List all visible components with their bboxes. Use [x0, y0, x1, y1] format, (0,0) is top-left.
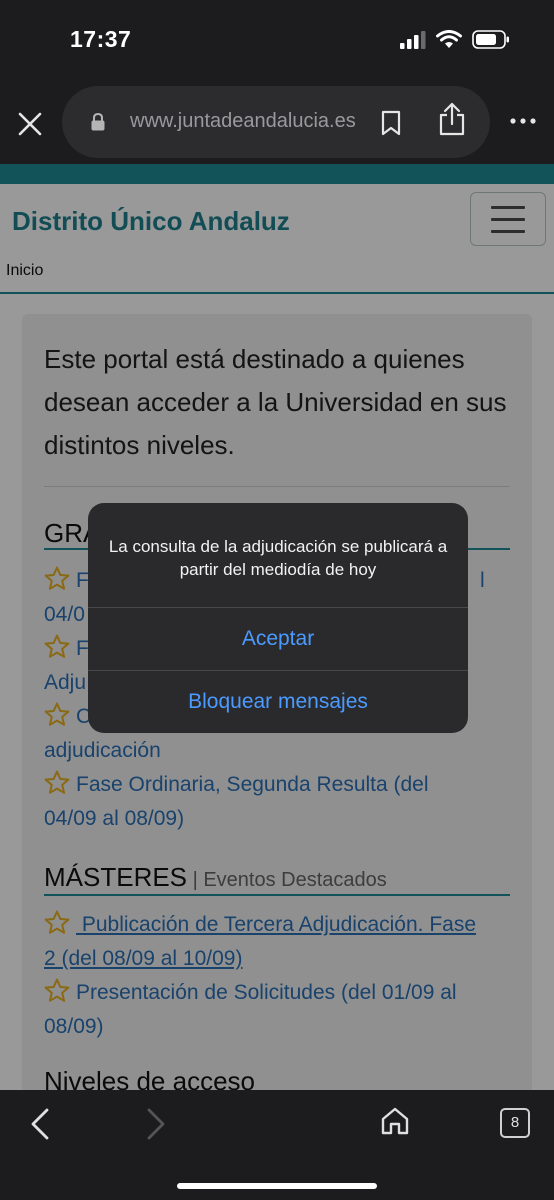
alert-message: La consulta de la adjudicación se public…	[108, 537, 448, 579]
alert-dialog: La consulta de la adjudicación se public…	[88, 503, 468, 733]
more-icon[interactable]	[510, 118, 536, 124]
back-icon[interactable]	[30, 1108, 50, 1140]
block-messages-button[interactable]: Bloquear mensajes	[88, 690, 468, 714]
lock-icon	[91, 112, 105, 131]
close-icon[interactable]	[16, 110, 44, 138]
url-text[interactable]: www.juntadeandalucia.es	[130, 110, 356, 133]
battery-icon	[472, 30, 509, 49]
share-icon[interactable]	[438, 102, 466, 136]
tabs-button[interactable]: 8	[500, 1108, 530, 1138]
bookmark-icon[interactable]	[380, 110, 402, 136]
status-icons	[400, 30, 510, 49]
cellular-signal-icon	[400, 30, 426, 49]
alert-divider	[88, 670, 468, 671]
alert-divider	[88, 607, 468, 608]
status-time: 17:37	[70, 26, 132, 52]
accept-button[interactable]: Aceptar	[88, 627, 468, 651]
browser-bar: www.juntadeandalucia.es	[0, 80, 554, 164]
forward-icon[interactable]	[146, 1108, 166, 1140]
home-icon[interactable]	[380, 1106, 410, 1136]
wifi-icon	[436, 30, 462, 48]
status-bar: 17:37	[0, 0, 554, 80]
home-indicator	[177, 1183, 377, 1189]
